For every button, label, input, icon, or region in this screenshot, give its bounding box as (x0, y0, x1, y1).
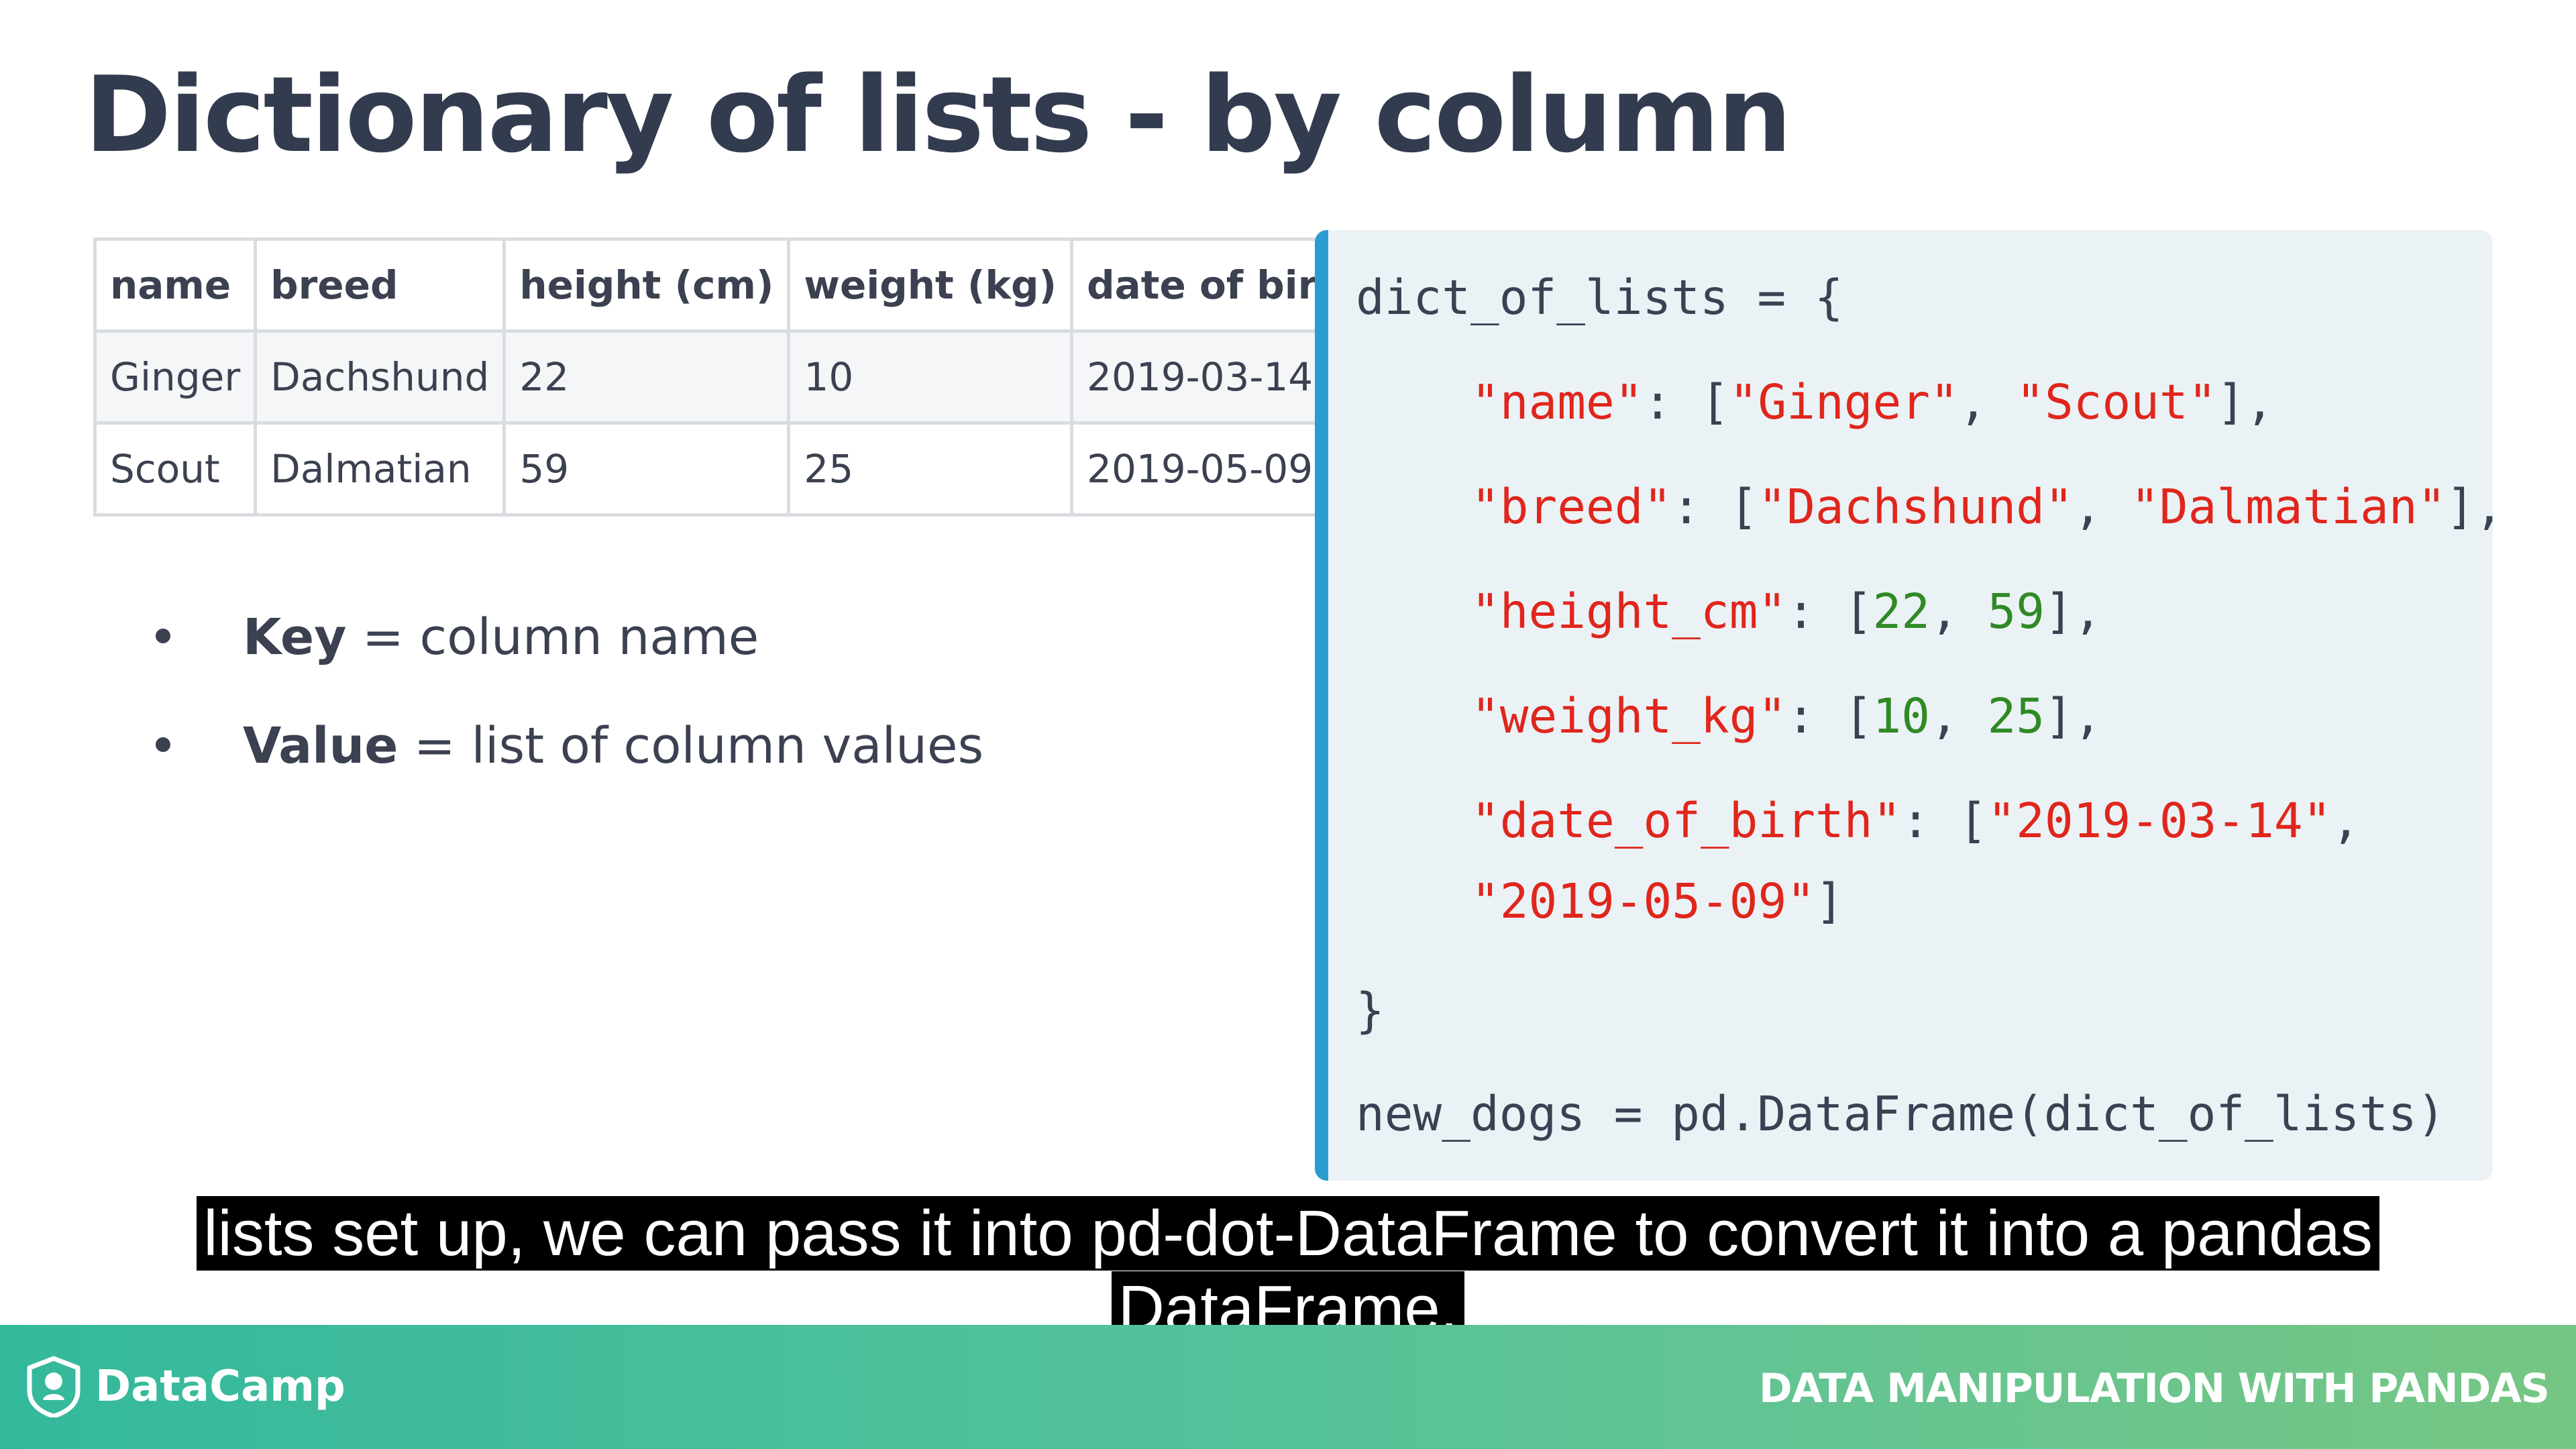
code-number: 25 (1987, 688, 2045, 744)
code-line: dict_of_lists = { (1356, 270, 1843, 325)
code-number: 22 (1872, 584, 1930, 639)
bullet-list: Key = column name Value = list of column… (156, 597, 984, 814)
bullet-item-value: Value = list of column values (156, 706, 984, 814)
brand-name: DataCamp (95, 1362, 345, 1411)
code-string: "Dalmatian" (2131, 479, 2447, 535)
bullet-description: = list of column values (398, 717, 984, 775)
table-cell: Ginger (93, 329, 258, 425)
code-block: dict_of_lists = { "name": ["Ginger", "Sc… (1315, 230, 2504, 1181)
bullet-dot-icon (156, 629, 170, 643)
bullet-term: Value (243, 717, 398, 775)
table-cell: Scout (93, 421, 258, 517)
code-key: "name" (1471, 374, 1644, 430)
table-cell: Dachshund (254, 329, 506, 425)
table-cell: 10 (787, 329, 1074, 425)
code-number: 59 (1987, 584, 2045, 639)
code-key: "weight_kg" (1471, 688, 1787, 744)
bullet-dot-icon (156, 737, 170, 752)
caption-line: lists set up, we can pass it into pd-dot… (197, 1196, 2379, 1271)
table-cell: 22 (502, 329, 791, 425)
column-header: weight (kg) (787, 237, 1074, 333)
code-line: "name": ["Ginger", "Scout"], (1471, 374, 2274, 430)
code-line: "date_of_birth": ["2019-03-14", (1471, 793, 2361, 849)
table-row: Scout Dalmatian 59 25 2019-05-09 (93, 421, 1381, 517)
code-key: "height_cm" (1471, 584, 1787, 639)
code-string: "2019-05-09" (1471, 873, 1815, 929)
code-string: "Dachshund" (1758, 479, 2074, 535)
table-row: Ginger Dachshund 22 10 2019-03-14 (93, 329, 1381, 425)
code-line: "breed": ["Dachshund", "Dalmatian"], (1471, 479, 2504, 535)
bullet-description: = column name (346, 608, 759, 666)
slide-title: Dictionary of lists - by column (85, 54, 1792, 176)
table-cell: Dalmatian (254, 421, 506, 517)
code-line: "2019-05-09"] (1471, 873, 1844, 929)
course-title: DATA MANIPULATION WITH PANDAS (1758, 1365, 2550, 1412)
code-key: "date_of_birth" (1471, 793, 1902, 849)
subtitle-caption: lists set up, we can pass it into pd-dot… (0, 1196, 2576, 1346)
code-key: "breed" (1471, 479, 1672, 535)
code-string: "2019-03-14" (1987, 793, 2332, 849)
code-string: "Scout" (2016, 374, 2217, 430)
code-line: "weight_kg": [10, 25], (1471, 688, 2102, 744)
code-number: 10 (1872, 688, 1930, 744)
footer-bar: DataCamp DATA MANIPULATION WITH PANDAS (0, 1325, 2576, 1449)
bullet-term: Key (243, 608, 347, 666)
code-line: new_dogs = pd.DataFrame(dict_of_lists) (1356, 1086, 2446, 1142)
dogs-table: name breed height (cm) weight (kg) date … (93, 237, 1381, 517)
column-header: height (cm) (502, 237, 791, 333)
table-header-row: name breed height (cm) weight (kg) date … (93, 237, 1381, 333)
code-string: "Ginger" (1729, 374, 1959, 430)
code-line: } (1356, 983, 1385, 1038)
bullet-item-key: Key = column name (156, 597, 983, 706)
datacamp-logo-icon (25, 1356, 82, 1417)
datacamp-logo: DataCamp (25, 1356, 345, 1417)
table-cell: 25 (787, 421, 1074, 517)
table-cell: 59 (502, 421, 791, 517)
column-header: name (93, 237, 258, 333)
code-line: "height_cm": [22, 59], (1471, 584, 2102, 639)
column-header: breed (254, 237, 506, 333)
